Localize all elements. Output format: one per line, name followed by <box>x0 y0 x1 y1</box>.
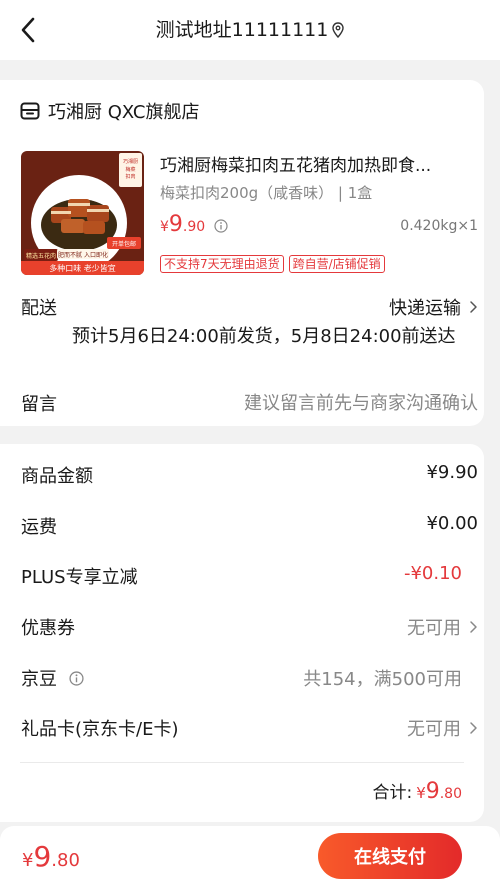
address-title[interactable]: 测试地址11111111 <box>0 16 500 46</box>
remark-input[interactable]: 建议留言前先与商家沟通确认 <box>244 389 478 415</box>
product-price: ¥ 9 .90 <box>160 212 205 237</box>
svg-text:开单包邮: 开单包邮 <box>112 240 136 248</box>
delivery-method-text: 快递运输 <box>389 298 461 319</box>
product-weight: 0.420kg×1 <box>400 218 478 234</box>
coupon-selector[interactable]: 无可用 <box>407 614 478 640</box>
remark-label: 留言 <box>21 394 57 415</box>
jingdou-label: 京豆 <box>21 669 57 690</box>
shop-header[interactable]: 巧湘厨 QXC旗舰店 <box>20 99 199 123</box>
chevron-right-icon <box>470 621 477 633</box>
gift-card-value: 无可用 <box>407 719 461 740</box>
shop-icon <box>20 102 40 120</box>
pay-online-button[interactable]: 在线支付 <box>318 833 462 879</box>
price-currency: ¥ <box>160 219 169 235</box>
plus-discount-label: PLUS专享立减 <box>21 567 138 588</box>
total-label: 合计: <box>372 783 413 803</box>
delivery-eta: 预计5月6日24:00前发货，5月8日24:00前送达 <box>72 326 456 347</box>
shipping-fee-value: ¥0.00 <box>426 513 478 534</box>
payable-currency: ¥ <box>22 850 34 871</box>
svg-text:扣肉: 扣肉 <box>125 173 135 180</box>
gift-card-selector[interactable]: 无可用 <box>407 715 478 741</box>
tag-promotion: 跨自营/店铺促销 <box>288 255 385 273</box>
address-text: 测试地址11111111 <box>155 19 329 41</box>
chevron-right-icon <box>470 301 477 313</box>
delivery-label: 配送 <box>21 298 57 319</box>
jingdou-row-label: 京豆 <box>21 665 84 691</box>
price-integer: 9 <box>168 212 183 237</box>
gift-card-label: 礼品卡(京东卡/E卡) <box>21 719 179 740</box>
coupon-label: 优惠券 <box>21 618 75 639</box>
plus-discount-value: -¥0.10 <box>403 563 462 584</box>
price-info-icon[interactable] <box>214 218 228 237</box>
jingdou-value: 共154，满500可用 <box>303 669 462 690</box>
info-icon[interactable] <box>69 670 84 686</box>
total-integer: 9 <box>425 779 440 804</box>
tag-no-return: 不支持7天无理由退货 <box>160 255 284 273</box>
total-currency: ¥ <box>416 784 426 802</box>
goods-amount-label: 商品金额 <box>21 466 93 487</box>
payable-decimal: .80 <box>51 850 80 871</box>
price-decimal: .90 <box>182 219 206 235</box>
product-image[interactable]: 巧湘厨 梅菜 扣肉 精选五花肉 开单包邮 肥而不腻 入口即化 多种口味 老少皆宜 <box>21 151 144 275</box>
divider <box>20 762 464 763</box>
total-amount: 合计: ¥ 9 .80 <box>372 778 462 804</box>
shipping-fee-label: 运费 <box>21 517 57 538</box>
checkout-bar: ¥ 9 .80 在线支付 <box>0 826 500 890</box>
goods-amount-value: ¥9.90 <box>426 462 478 483</box>
top-bar: 测试地址11111111 <box>0 0 500 60</box>
location-pin-icon <box>332 18 345 46</box>
svg-text:巧湘厨: 巧湘厨 <box>123 158 138 165</box>
chevron-right-icon <box>470 722 477 734</box>
svg-text:肥而不腻 入口即化: 肥而不腻 入口即化 <box>58 251 108 259</box>
product-title[interactable]: 巧湘厨梅菜扣肉五花猪肉加热即食... <box>160 151 465 176</box>
coupon-value: 无可用 <box>407 618 461 639</box>
payable-amount: ¥ 9 .80 <box>22 840 80 873</box>
svg-text:精选五花肉: 精选五花肉 <box>26 252 56 260</box>
product-tags: 不支持7天无理由退货 跨自营/店铺促销 <box>160 255 385 273</box>
svg-text:多种口味 老少皆宜: 多种口味 老少皆宜 <box>49 263 116 273</box>
delivery-method[interactable]: 快递运输 <box>389 294 478 320</box>
product-spec: 梅菜扣肉200g（咸香味） | 1盒 <box>160 184 373 202</box>
total-decimal: .80 <box>439 786 462 802</box>
shop-name: 巧湘厨 QXC旗舰店 <box>48 102 200 123</box>
svg-text:梅菜: 梅菜 <box>125 166 135 173</box>
payable-integer: 9 <box>33 840 52 873</box>
